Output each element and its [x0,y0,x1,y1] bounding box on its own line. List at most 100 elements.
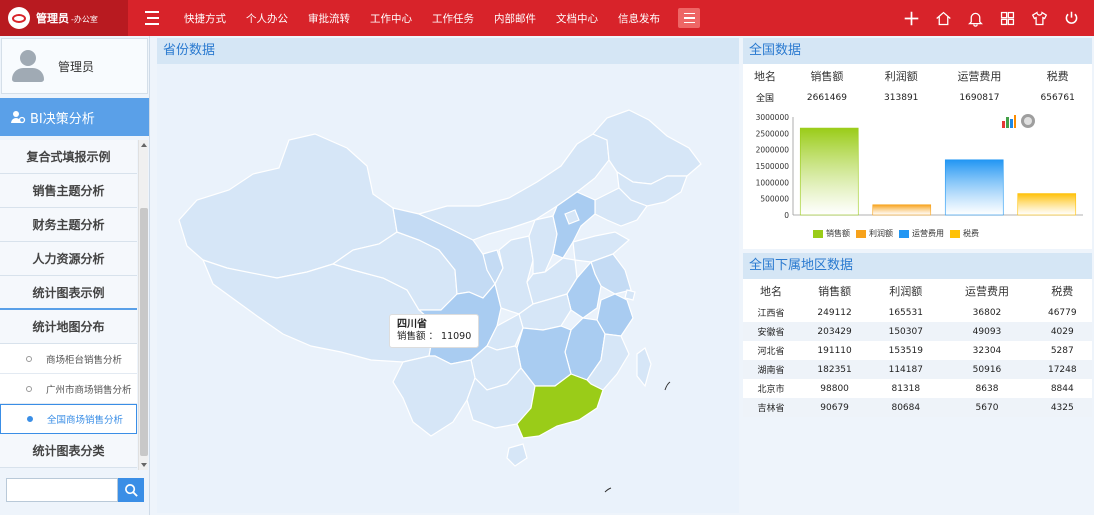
tooltip-province: 四川省 [397,319,427,330]
user-settings-icon [11,111,26,124]
search-icon [124,483,138,497]
scrollbar-thumb[interactable] [140,208,148,456]
sidebar: 管理员 BI决策分析 复合式填报示例 销售主题分析 财务主题分析 人力资源分析 … [0,36,150,515]
sidebar-item-sales-analysis[interactable]: 销售主题分析 [0,174,137,208]
col-header: 税费 [1032,279,1092,303]
bar-2[interactable] [944,159,1004,216]
sidebar-subitem-national-sales[interactable]: 全国商场销售分析 [0,404,137,434]
table-cell: 114187 [870,360,942,379]
nav-approval[interactable]: 审批流转 [308,11,350,26]
table-cell: 河北省 [743,341,799,360]
sidebar-subitem-counter-sales[interactable]: 商场柜台销售分析 [0,344,137,374]
sidebar-item-hr-analysis[interactable]: 人力资源分析 [0,242,137,276]
nav-personal-office[interactable]: 个人办公 [246,11,288,26]
radio-dot-icon [26,385,32,392]
table-row[interactable]: 安徽省 203429 150307 49093 4029 [743,322,1092,341]
province-heilongjiang[interactable] [592,109,702,185]
nav-documents[interactable]: 文档中心 [556,11,598,26]
bar-chart-icon[interactable] [1001,113,1017,129]
current-user: 管理员 [36,12,69,25]
sidebar-search [6,478,144,502]
table-header-row: 地名 销售额 利润额 运营费用 税费 [743,279,1092,303]
province-shandong[interactable] [572,231,631,263]
province-shaanxi[interactable] [494,235,534,315]
bell-icon[interactable] [966,9,984,27]
table-cell: 98800 [798,379,871,398]
table-row[interactable]: 湖南省 182351 114187 50916 17248 [743,360,1092,379]
brand: 管理员 -办公室 [0,0,128,36]
nav-publish[interactable]: 信息发布 [618,11,660,26]
right-panel: 全国数据 地名 销售额 利润额 运营费用 税费 全国 2661469 31389… [743,38,1092,513]
nav-tasks[interactable]: 工作任务 [432,11,474,26]
legend-item[interactable]: 销售额 [813,228,850,239]
nav-work-center[interactable]: 工作中心 [370,11,412,26]
table-row: 全国 2661469 313891 1690817 656761 [743,88,1092,107]
table-cell: 36802 [941,303,1033,322]
sidebar-item-composite-form[interactable]: 复合式填报示例 [0,140,137,174]
sidebar-item-map-distribution[interactable]: 统计地图分布 [0,310,137,344]
scroll-up-icon[interactable] [141,143,147,147]
sidebar-item-finance-analysis[interactable]: 财务主题分析 [0,208,137,242]
col-header: 地名 [743,279,799,303]
y-tick-label: 3000000 [756,113,790,122]
sidebar-subitem-label: 商场柜台销售分析 [46,354,123,366]
col-header: 利润额 [870,279,942,303]
table-cell: 46779 [1032,303,1092,322]
y-tick-label: 1000000 [756,178,790,187]
scroll-down-icon[interactable] [141,463,147,467]
plus-icon[interactable] [902,9,920,27]
home-icon[interactable] [934,9,952,27]
table-cell: 湖南省 [743,360,799,379]
legend-item[interactable]: 利润额 [856,228,893,239]
sidebar-subitem-label: 广州市商场销售分析 [46,384,132,396]
table-cell: 5287 [1032,341,1092,360]
bar-1[interactable] [872,204,932,216]
table-cell: 5670 [941,398,1033,417]
table-cell: 203429 [798,322,871,341]
search-button[interactable] [118,478,144,502]
chart-toolbox [998,113,1036,129]
legend-item[interactable]: 税费 [950,228,979,239]
map-tooltip: 四川省 销售额 ： 11090 [389,314,480,348]
col-header: 地名 [743,64,787,88]
shirt-icon[interactable] [1030,9,1048,27]
chart-legend: 销售额 利润额 运营费用 税费 [813,228,985,239]
table-cell: 1690817 [935,88,1024,107]
sidebar-section-bi[interactable]: BI决策分析 [0,98,149,136]
table-cell: 吉林省 [743,398,799,417]
province-shanghai[interactable] [624,289,636,301]
bar-0[interactable] [799,127,859,216]
search-input[interactable] [6,478,118,502]
nav-mail[interactable]: 内部邮件 [494,11,536,26]
restore-icon[interactable] [1020,113,1036,129]
more-menu-icon[interactable] [678,8,700,28]
regions-data-title: 全国下属地区数据 [743,253,1092,279]
user-card[interactable]: 管理员 [1,38,148,94]
table-row[interactable]: 河北省 191110 153519 32304 5287 [743,341,1092,360]
menu-toggle-icon[interactable] [142,0,164,36]
nav-shortcuts[interactable]: 快捷方式 [184,11,226,26]
col-header: 销售额 [786,64,867,88]
china-map[interactable] [157,64,739,513]
bar-3[interactable] [1017,193,1077,216]
sidebar-user-name: 管理员 [58,59,95,74]
province-yunnan[interactable] [392,355,476,437]
table-cell: 80684 [870,398,942,417]
sidebar-subitem-guangzhou-sales[interactable]: 广州市商场销售分析 [0,374,137,404]
province-map-panel: 省份数据 四川省 销售额 ： 11090 [157,38,739,513]
logo-icon [8,7,30,29]
sidebar-item-chart-categories[interactable]: 统计图表分类 [0,434,137,468]
province-hainan[interactable] [506,443,528,467]
sidebar-item-chart-examples[interactable]: 统计图表示例 [0,276,137,310]
grid-icon[interactable] [998,9,1016,27]
table-row[interactable]: 北京市 98800 81318 8638 8844 [743,379,1092,398]
legend-item[interactable]: 运营费用 [899,228,944,239]
table-cell: 北京市 [743,379,799,398]
table-row[interactable]: 江西省 249112 165531 36802 46779 [743,303,1092,322]
table-row[interactable]: 吉林省 90679 80684 5670 4325 [743,398,1092,417]
table-cell: 153519 [870,341,942,360]
province-taiwan[interactable] [636,347,652,388]
table-cell: 2661469 [786,88,867,107]
sidebar-scrollbar[interactable] [138,140,148,470]
power-icon[interactable] [1062,9,1080,27]
